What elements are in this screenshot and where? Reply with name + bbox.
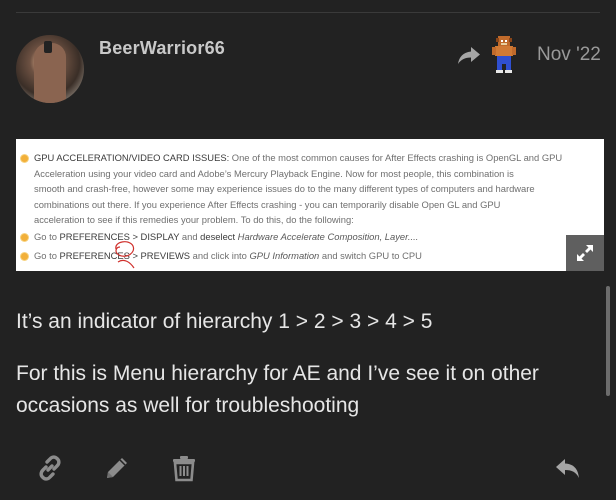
embed-paragraph-line: GPU ACCELERATION/VIDEO CARD ISSUES: One … xyxy=(34,150,594,166)
embed-heading: GPU ACCELERATION/VIDEO CARD ISSUES: xyxy=(34,152,230,163)
embed-text: Go to xyxy=(34,250,60,261)
avatar-phone xyxy=(44,41,52,53)
embed-text: One of the most common causes for After … xyxy=(229,152,563,163)
post-text-line: It’s an indicator of hierarchy 1 > 2 > 3… xyxy=(16,310,433,333)
embed-emphasis: Hardware Accelerate Composition, Layer..… xyxy=(235,231,419,242)
embedded-screenshot[interactable]: GPU ACCELERATION/VIDEO CARD ISSUES: One … xyxy=(16,139,604,271)
red-annotation-circle xyxy=(115,241,135,269)
embed-paragraph-line: Acceleration using your video card and A… xyxy=(34,167,514,179)
post-date[interactable]: Nov '22 xyxy=(537,44,601,66)
scrollbar[interactable] xyxy=(606,286,610,396)
embed-paragraph-line: acceleration to see if this remedies you… xyxy=(34,214,354,225)
embed-text: and switch GPU to CPU xyxy=(319,250,422,261)
embed-text: Go to xyxy=(34,231,60,242)
post-text-line: For this is Menu hierarchy for AE and I’… xyxy=(16,362,539,385)
username[interactable]: BeerWarrior66 xyxy=(99,38,225,59)
top-divider xyxy=(16,12,600,13)
expand-icon xyxy=(577,245,593,261)
embed-paragraph-line: combinations out there. If you experienc… xyxy=(34,198,501,210)
embed-emphasis: GPU Information xyxy=(249,250,320,261)
avatar[interactable] xyxy=(16,35,84,103)
embed-text: and click into xyxy=(190,250,250,261)
reply-icon[interactable] xyxy=(554,454,582,482)
post-text-line: occasions as well for troubleshooting xyxy=(16,394,360,417)
embed-text: and xyxy=(179,231,201,242)
user-flair-sprite xyxy=(492,36,516,73)
link-icon[interactable] xyxy=(36,454,64,482)
trash-icon[interactable] xyxy=(170,454,198,482)
expand-button[interactable] xyxy=(566,235,604,271)
embed-action: deselect xyxy=(200,231,236,242)
bullet-icon xyxy=(21,155,28,162)
embed-paragraph-line: smooth and crash-free, however some may … xyxy=(34,183,535,194)
bullet-icon xyxy=(21,234,28,241)
pencil-icon[interactable] xyxy=(103,454,131,482)
share-arrow-icon[interactable] xyxy=(456,44,482,66)
bullet-icon xyxy=(21,253,28,260)
